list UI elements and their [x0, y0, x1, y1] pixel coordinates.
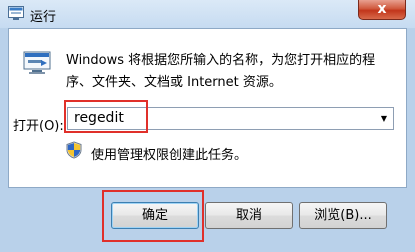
run-icon — [23, 51, 51, 74]
window-title: 运行 — [30, 10, 57, 25]
uac-shield-icon — [66, 141, 82, 159]
dialog-description: Windows 将根据您所输入的名称，为您打开相应的程序、文件夹、文档或 Int… — [66, 53, 376, 90]
browse-button[interactable]: 浏览(B)... — [299, 202, 387, 229]
open-label: 打开(O): — [13, 119, 64, 134]
close-button[interactable]: x — [358, 0, 406, 20]
dialog-body: Windows 将根据您所输入的名称，为您打开相应的程序、文件夹、文档或 Int… — [8, 28, 407, 188]
chevron-down-icon[interactable]: ▼ — [377, 108, 391, 129]
input-highlight-box — [64, 100, 148, 133]
run-dialog: 运行 x Windows 将根据您所输入的名称，为您打开相应的程序、文件夹、文档… — [0, 0, 415, 252]
cancel-button[interactable]: 取消 — [205, 202, 293, 229]
title-bar[interactable]: 运行 x — [0, 0, 415, 28]
ok-highlight-box — [102, 190, 204, 242]
admin-note: 使用管理权限创建此任务。 — [91, 148, 248, 163]
run-icon — [8, 6, 24, 20]
